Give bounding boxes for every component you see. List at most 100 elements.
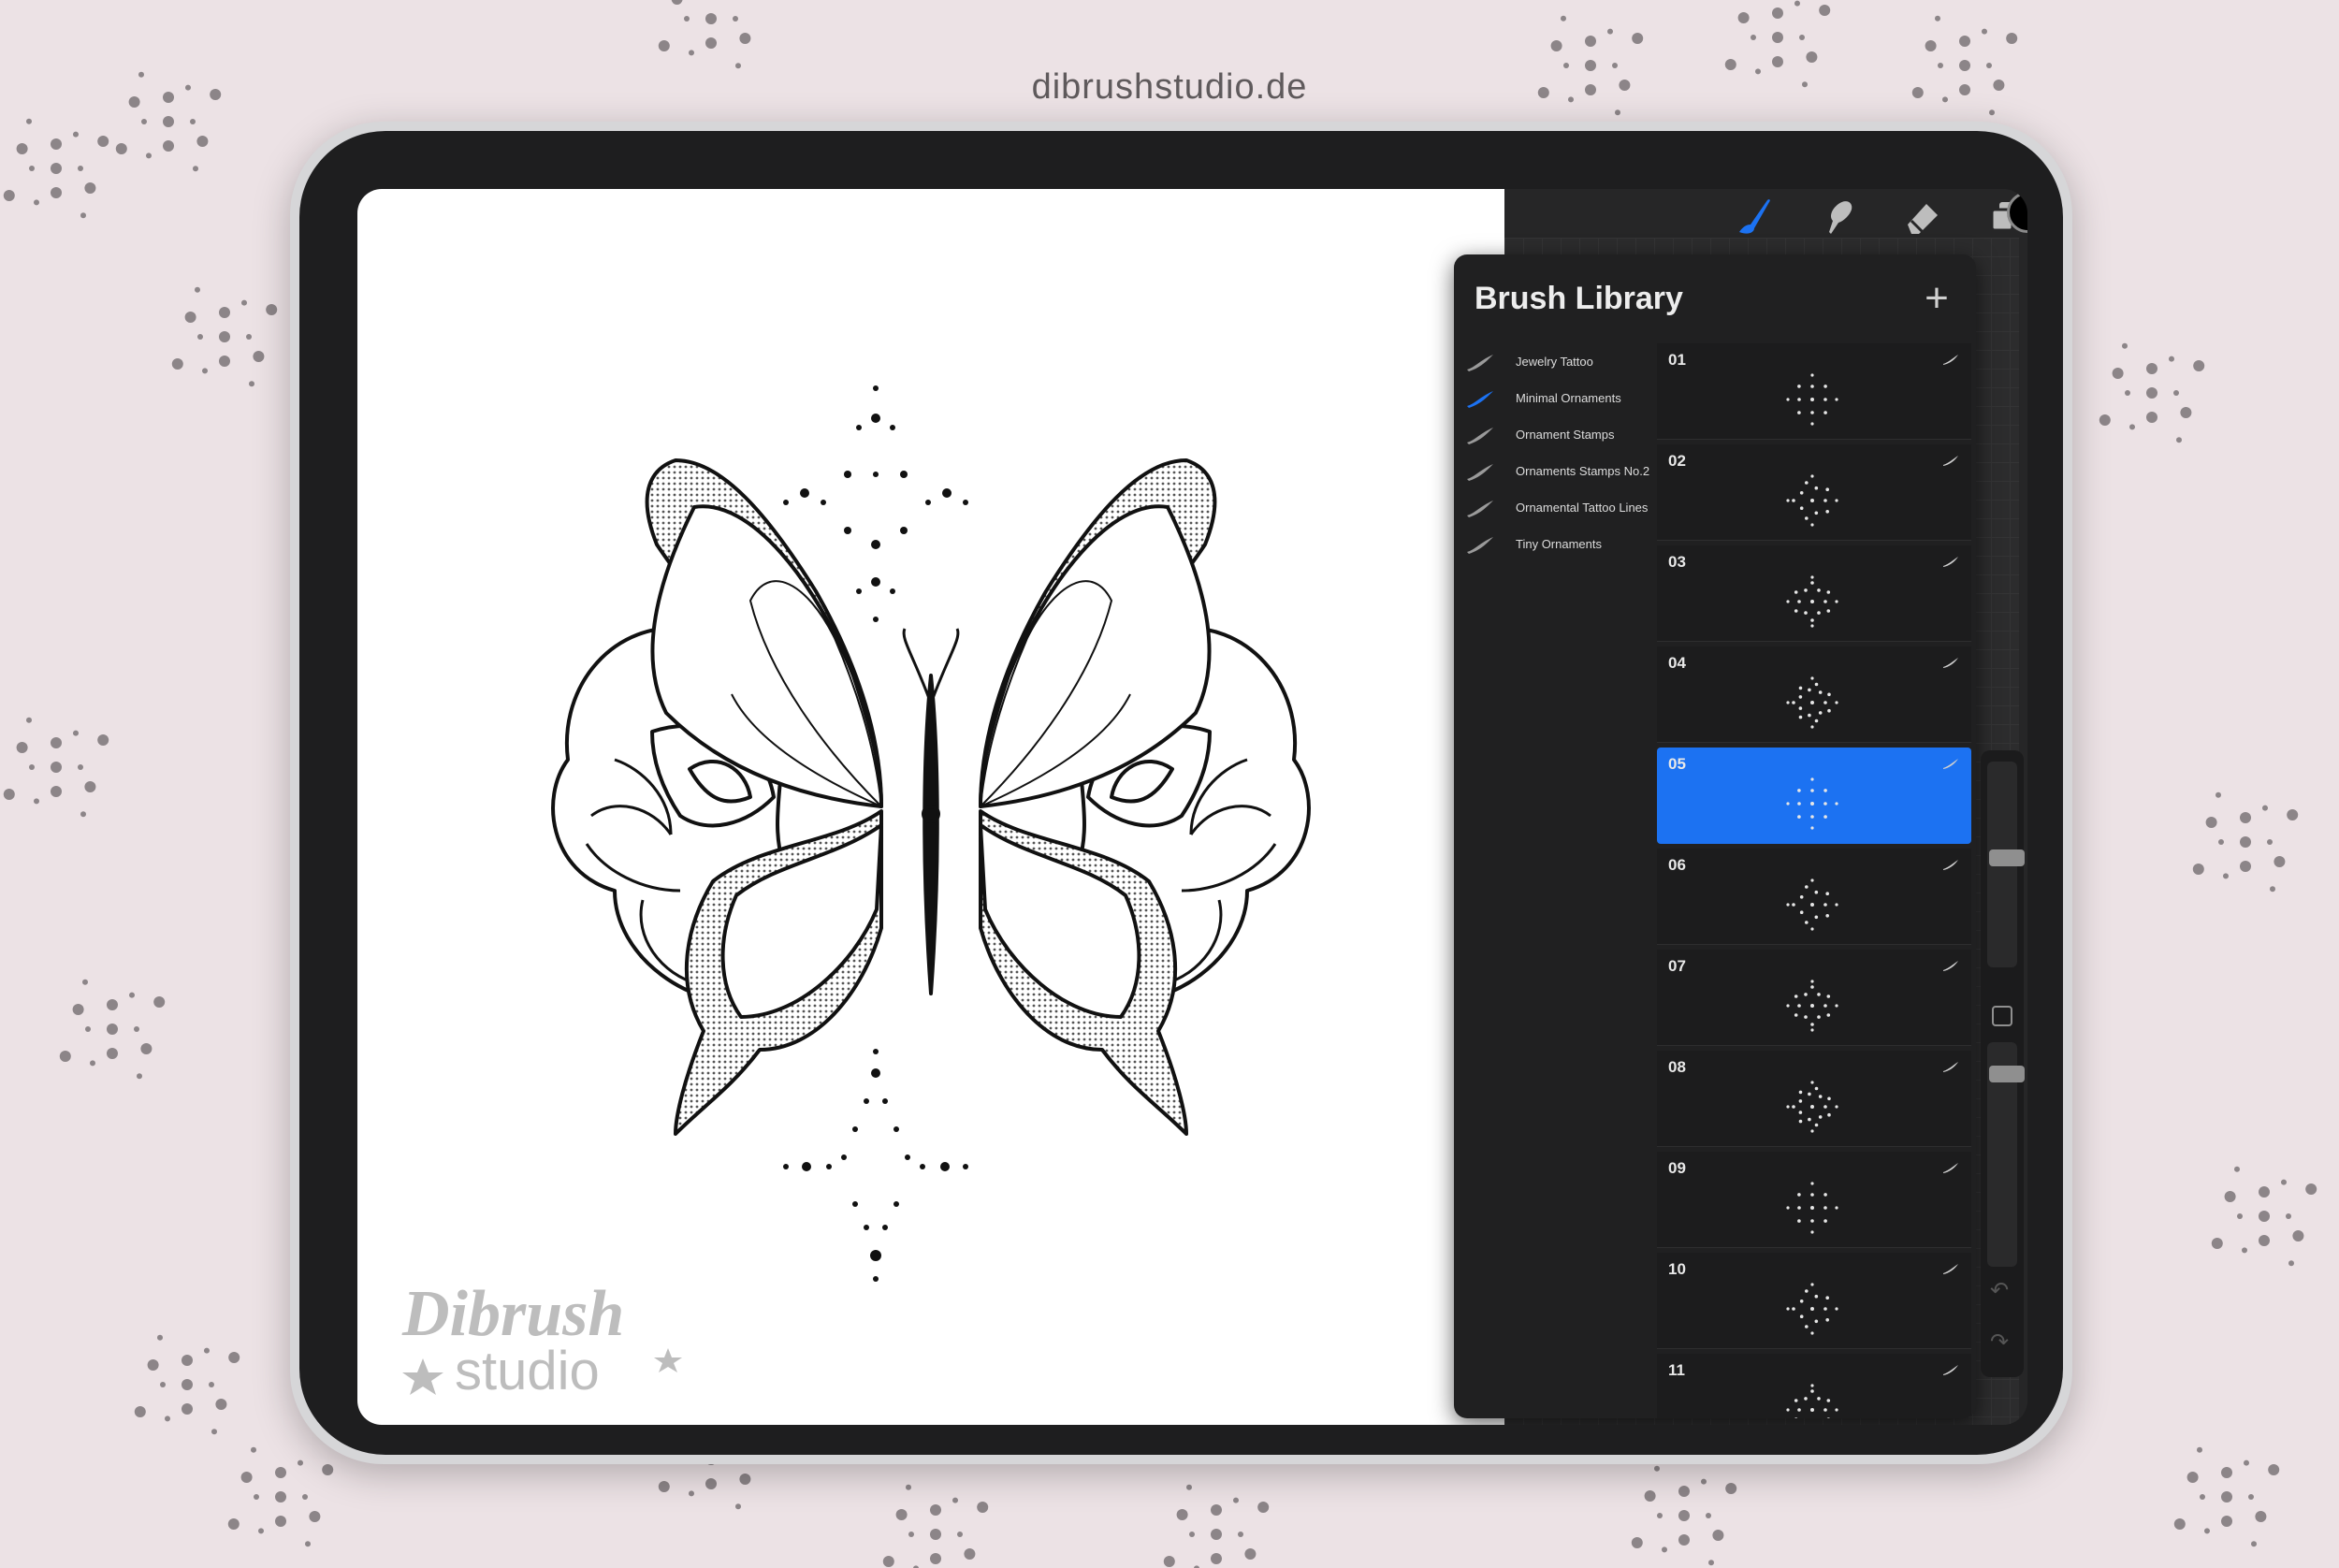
add-brush-button[interactable]: + — [1915, 277, 1958, 320]
bg-dot — [2262, 805, 2268, 811]
bg-dot — [73, 730, 79, 736]
bg-dot — [2268, 1464, 2280, 1475]
pencil-stroke-icon — [1943, 1264, 1958, 1274]
bg-dot — [195, 286, 200, 293]
bg-dot — [227, 1518, 240, 1530]
pencil-stroke-icon — [1943, 456, 1958, 466]
bg-dot — [73, 131, 79, 138]
bg-dot — [930, 1553, 941, 1564]
dibrush-studio-logo: Dibrush studio — [395, 1270, 704, 1410]
bg-dot — [197, 334, 203, 340]
logo-line1: Dibrush — [401, 1278, 624, 1350]
brush-number: 08 — [1668, 1058, 1686, 1076]
bg-dot — [85, 1026, 91, 1032]
brush-sets-list: Jewelry Tattoo Minimal Ornaments Ornament … — [1454, 343, 1655, 562]
brush-item[interactable]: 08 — [1657, 1051, 1971, 1147]
bg-dot — [302, 1494, 308, 1500]
bg-dot — [2221, 1467, 2232, 1478]
bg-dot — [171, 358, 183, 370]
smudge-icon[interactable] — [1810, 189, 1867, 245]
bg-dot — [84, 182, 96, 194]
brush-item[interactable]: 01 — [1657, 343, 1971, 440]
drawing-canvas[interactable]: Dibrush studio — [357, 189, 1504, 1425]
brush-set-item[interactable]: Ornament Stamps — [1454, 416, 1655, 453]
brush-item[interactable]: 05 — [1657, 748, 1971, 844]
modify-button[interactable] — [1992, 1006, 2012, 1026]
bg-dot — [658, 1481, 670, 1492]
bg-dot — [1701, 1478, 1707, 1485]
bg-dot — [129, 992, 135, 998]
bg-dot — [1935, 15, 1940, 22]
bg-dot — [3, 190, 15, 201]
brush-item[interactable]: 11 — [1657, 1354, 1971, 1418]
bg-dot — [204, 1347, 210, 1354]
bg-dot — [26, 118, 32, 124]
bg-dot — [705, 37, 717, 49]
brush-set-item[interactable]: Jewelry Tattoo — [1454, 343, 1655, 380]
bg-dot — [2112, 368, 2124, 379]
bg-dot — [2248, 1494, 2254, 1500]
bg-dot — [275, 1516, 286, 1527]
brush-set-item[interactable]: Minimal Ornaments — [1454, 380, 1655, 416]
bg-dot — [193, 166, 198, 172]
bg-dot — [26, 717, 32, 723]
bg-dot — [51, 762, 62, 773]
brush-set-label: Tiny Ornaments — [1516, 537, 1602, 551]
bg-dot — [1211, 1504, 1222, 1516]
bg-dot — [2259, 1235, 2270, 1246]
brush-number: 11 — [1668, 1361, 1685, 1379]
bg-dot — [2218, 839, 2224, 845]
redo-icon[interactable]: ↷ — [1990, 1328, 2009, 1356]
undo-icon[interactable]: ↶ — [1990, 1277, 2009, 1304]
bg-dot — [275, 1467, 286, 1478]
pencil-stroke-icon — [1943, 860, 1958, 870]
brush-item[interactable]: 10 — [1657, 1253, 1971, 1349]
pencil-stroke-icon — [1943, 1365, 1958, 1375]
bg-dot — [298, 1459, 303, 1466]
bg-dot — [322, 1464, 334, 1475]
brush-number: 10 — [1668, 1260, 1686, 1278]
bg-dot — [78, 764, 83, 770]
bg-dot — [2006, 33, 2018, 44]
brush-item[interactable]: 06 — [1657, 849, 1971, 945]
bg-dot — [2274, 856, 2286, 867]
bg-dot — [2216, 791, 2221, 798]
brush-item[interactable]: 09 — [1657, 1152, 1971, 1248]
brush-item[interactable]: 03 — [1657, 545, 1971, 642]
brush-size-handle[interactable] — [1989, 849, 2025, 866]
brush-set-item[interactable]: Tiny Ornaments — [1454, 526, 1655, 562]
bg-dot — [2173, 1518, 2186, 1530]
bg-dot — [2240, 861, 2251, 872]
brush-set-item[interactable]: Ornamental Tattoo Lines — [1454, 489, 1655, 526]
brush-item[interactable]: 02 — [1657, 444, 1971, 541]
bg-dot — [908, 1532, 914, 1537]
bg-dot — [141, 119, 147, 124]
bg-dot — [1678, 1510, 1690, 1521]
brush-set-item[interactable]: Ornaments Stamps No.2 — [1454, 453, 1655, 489]
bg-dot — [51, 138, 62, 150]
brush-preview — [1786, 373, 1838, 426]
bg-dot — [1244, 1548, 1257, 1560]
bg-dot — [254, 1494, 259, 1500]
bg-dot — [2099, 414, 2111, 426]
bg-dot — [1982, 28, 1987, 35]
bg-dot — [1725, 1483, 1737, 1494]
bg-dot — [157, 1334, 163, 1341]
opacity-handle[interactable] — [1989, 1066, 2025, 1082]
brush-icon[interactable] — [1726, 189, 1782, 245]
bg-dot — [1806, 51, 1818, 63]
bg-dot — [2173, 390, 2179, 396]
brush-item[interactable]: 07 — [1657, 950, 1971, 1046]
eraser-icon[interactable] — [1895, 189, 1951, 245]
bg-dot — [251, 1446, 256, 1453]
brush-item[interactable]: 04 — [1657, 646, 1971, 743]
bg-dot — [153, 996, 166, 1008]
bg-dot — [1211, 1553, 1222, 1564]
bg-dot — [2169, 356, 2174, 362]
bg-dot — [957, 1532, 963, 1537]
bg-dot — [305, 1541, 311, 1547]
bg-dot — [51, 187, 62, 198]
bg-dot — [1238, 1532, 1243, 1537]
ipad-device: Dibrush studio Brush Library + Jewelry T… — [290, 122, 2072, 1464]
bg-dot — [2221, 1516, 2232, 1527]
